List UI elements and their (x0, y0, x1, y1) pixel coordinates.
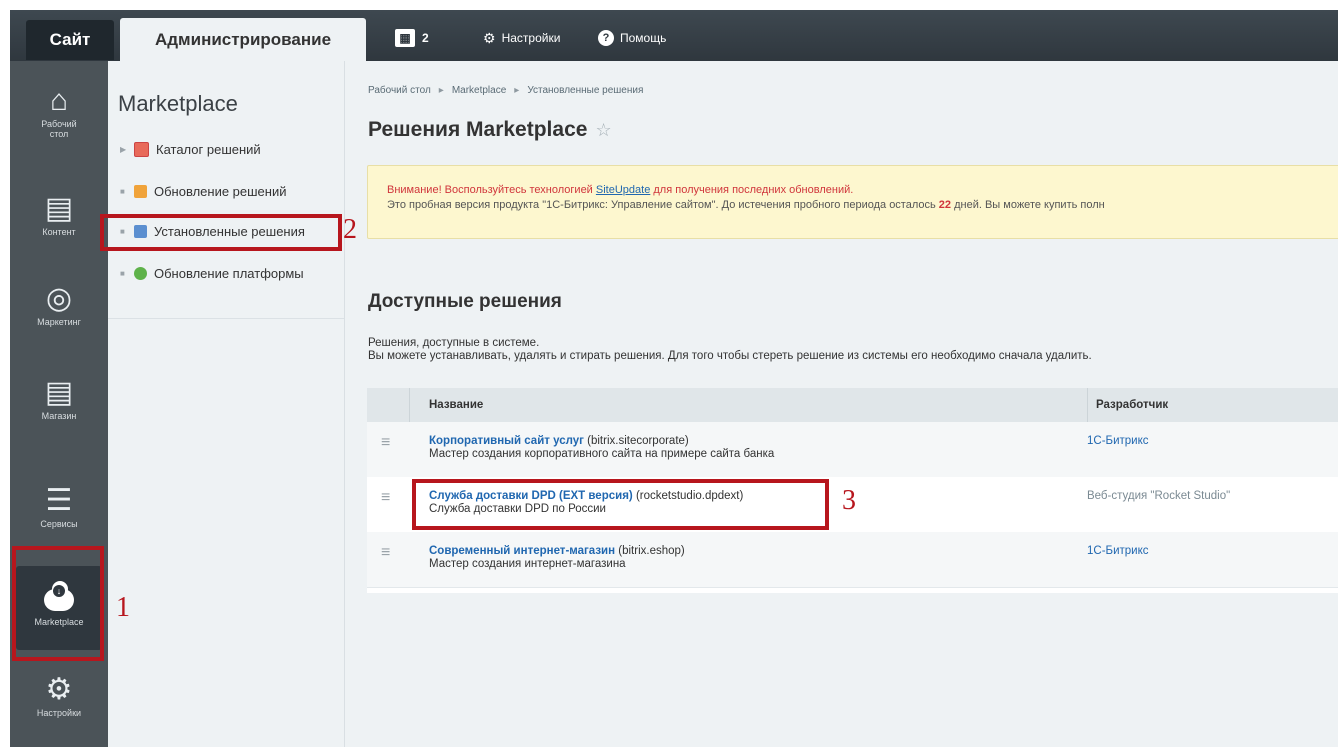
chevron-right-icon: ▸ (438, 85, 444, 96)
top-bar: Сайт Администрирование ▦ 2 ⚙ Настройки ?… (10, 10, 1338, 61)
help-icon: ? (598, 30, 614, 46)
solution-name-link[interactable]: Современный интернет-магазин (429, 545, 615, 557)
submenu-item-label: Обновление решений (154, 183, 287, 199)
table-row: ≡ Корпоративный сайт услуг (bitrix.sitec… (367, 422, 1338, 478)
target-icon: ◎ (45, 282, 73, 315)
row-menu-icon[interactable]: ≡ (381, 434, 390, 452)
sidebar-item-label: Сервисы (40, 519, 78, 529)
sidebar-item-label: Маркетинг (37, 317, 81, 327)
tab-administration[interactable]: Администрирование (120, 18, 366, 61)
notice-text: Это пробная версия продукта "1С-Битрикс:… (387, 199, 939, 211)
section-description: Решения, доступные в системе. Вы можете … (368, 337, 1092, 363)
notice-line-1: Внимание! Воспользуйтесь технологией Sit… (387, 184, 853, 196)
siteupdate-link[interactable]: SiteUpdate (596, 184, 650, 196)
page-title: Решения Marketplace ☆ (368, 118, 612, 142)
header-menu-cell (367, 388, 410, 422)
chevron-right-icon: ▸ (514, 85, 520, 96)
divider (108, 318, 344, 319)
notifications-count: 2 (422, 31, 429, 45)
notice-text: Внимание! Воспользуйтесь технологией (387, 184, 596, 196)
sidebar-item-marketing[interactable]: ◎ Маркетинг (10, 282, 108, 328)
gear-icon: ⚙ (483, 29, 496, 46)
sidebar-item-settings[interactable]: ⚙ Настройки (10, 673, 108, 719)
sidebar-item-services[interactable]: ☰ Сервисы (10, 484, 108, 530)
days-left: 22 (938, 199, 952, 211)
settings-label: Настройки (501, 31, 561, 45)
sidebar-item-label: Магазин (41, 411, 77, 421)
sidebar-item-desktop[interactable]: ⌂ Рабочий стол (10, 84, 108, 140)
star-icon[interactable]: ☆ (595, 120, 611, 140)
solution-cell: Современный интернет-магазин (bitrix.esh… (429, 545, 685, 571)
section-menu-title: Marketplace (118, 91, 238, 116)
annotation-box-1 (12, 546, 104, 661)
sidebar-item-label: Рабочий стол (41, 119, 77, 139)
submenu-item-label: Каталог решений (156, 141, 261, 157)
sidebar-item-shop[interactable]: ▤ Магазин (10, 376, 108, 422)
main-content: Рабочий стол ▸ Marketplace ▸ Установленные р… (345, 61, 1338, 747)
annotation-number-1: 1 (116, 592, 130, 623)
section-menu: Marketplace ▶ Каталог решений ■ Обновлен… (108, 61, 345, 747)
notification-icon: ▦ (395, 29, 415, 47)
notice-line-2: Это пробная версия продукта "1С-Битрикс:… (387, 199, 1105, 211)
sidebar-item-label: Контент (42, 227, 76, 237)
solution-code: (bitrix.eshop) (615, 545, 685, 557)
tab-site[interactable]: Сайт (26, 20, 114, 60)
solution-name-link[interactable]: Корпоративный сайт услуг (429, 435, 584, 447)
column-header-name[interactable]: Название (429, 399, 483, 411)
breadcrumb-item[interactable]: Рабочий стол (368, 85, 431, 96)
annotation-box-2 (100, 214, 342, 251)
platform-update-icon (134, 266, 147, 280)
submenu-item-platform-update[interactable]: ■ Обновление платформы (120, 263, 304, 283)
home-icon: ⌂ (49, 84, 69, 117)
help-link[interactable]: ? Помощь (598, 27, 666, 49)
breadcrumb: Рабочий стол ▸ Marketplace ▸ Установленные р… (368, 85, 643, 96)
bullet-icon: ■ (120, 186, 125, 196)
column-header-developer[interactable]: Разработчик (1087, 388, 1168, 422)
document-icon: ▤ (44, 192, 74, 225)
gear-icon: ⚙ (45, 673, 73, 706)
notice-text: для получения последних обновлений. (650, 184, 854, 196)
page-title-text: Решения Marketplace (368, 118, 588, 141)
basket-icon: ▤ (44, 376, 74, 409)
notifications-button[interactable]: ▦ 2 (395, 27, 429, 49)
notice-text: дней. Вы можете купить полн (951, 199, 1105, 211)
section-title: Доступные решения (368, 291, 562, 312)
settings-link[interactable]: ⚙ Настройки (483, 27, 560, 49)
sidebar-item-label: Настройки (36, 708, 82, 718)
annotation-number-2: 2 (343, 214, 357, 245)
submenu-item-catalog[interactable]: ▶ Каталог решений (120, 139, 261, 159)
help-label: Помощь (620, 31, 667, 45)
layers-icon: ☰ (45, 484, 73, 517)
breadcrumb-item[interactable]: Marketplace (452, 85, 506, 96)
developer-name: Веб-студия "Rocket Studio" (1087, 490, 1231, 502)
solution-description: Мастер создания интернет-магазина (429, 558, 626, 570)
annotation-number-3: 3 (842, 485, 856, 516)
update-icon (134, 184, 147, 198)
table-row: ≡ Современный интернет-магазин (bitrix.e… (367, 532, 1338, 588)
table-header: Название Разработчик (367, 388, 1338, 422)
description-line: Вы можете устанавливать, удалять и стира… (368, 350, 1092, 362)
description-line: Решения, доступные в системе. (368, 337, 540, 349)
submenu-item-updates[interactable]: ■ Обновление решений (120, 181, 287, 201)
sidebar-item-content[interactable]: ▤ Контент (10, 192, 108, 238)
developer-link[interactable]: 1С-Битрикс (1087, 545, 1149, 557)
solution-description: Мастер создания корпоративного сайта на … (429, 448, 775, 460)
row-menu-icon[interactable]: ≡ (381, 489, 390, 507)
catalog-icon (134, 141, 149, 157)
bullet-icon: ■ (120, 268, 125, 278)
annotation-box-3 (412, 479, 829, 530)
row-menu-icon[interactable]: ≡ (381, 544, 390, 562)
solution-code: (bitrix.sitecorporate) (583, 435, 689, 447)
solution-cell: Корпоративный сайт услуг (bitrix.sitecor… (429, 435, 774, 461)
submenu-item-label: Обновление платформы (154, 265, 304, 281)
developer-link[interactable]: 1С-Битрикс (1087, 435, 1149, 447)
notice-box: Внимание! Воспользуйтесь технологией Sit… (367, 165, 1338, 239)
breadcrumb-item: Установленные решения (527, 85, 644, 96)
expand-arrow-icon[interactable]: ▶ (120, 145, 134, 154)
